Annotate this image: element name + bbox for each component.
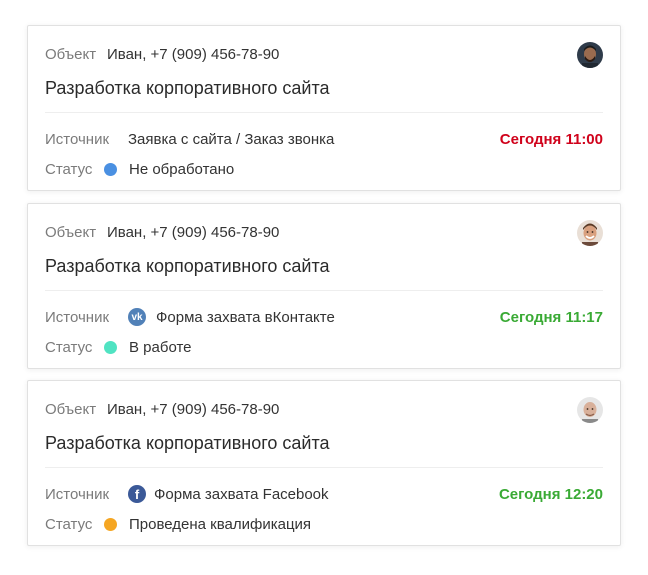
- deal-title-row: Разработка корпоративного сайта: [45, 76, 603, 100]
- source-value: Форма захвата вКонтакте: [156, 308, 335, 326]
- deal-card[interactable]: Объект Иван, +7 (909) 456-78-90 Разработ…: [27, 25, 621, 191]
- status-row: Статус В работе: [45, 337, 603, 357]
- status-dot-icon: [104, 162, 117, 176]
- object-row: Объект Иван, +7 (909) 456-78-90: [45, 44, 603, 64]
- object-label: Объект: [45, 223, 97, 241]
- source-row: Источник vk Форма захвата вКонтакте Сего…: [45, 307, 603, 327]
- status-label: Статус: [45, 160, 93, 178]
- object-label: Объект: [45, 45, 97, 63]
- deal-card-list: Объект Иван, +7 (909) 456-78-90 Разработ…: [0, 0, 648, 575]
- facebook-icon: f: [128, 485, 146, 503]
- source-row: Источник f Форма захвата Facebook Сегодн…: [45, 484, 603, 504]
- status-value[interactable]: Проведена квалификация: [129, 516, 311, 533]
- object-value[interactable]: Иван, +7 (909) 456-78-90: [107, 401, 279, 418]
- deal-time: Сегодня 11:00: [499, 130, 603, 148]
- divider: [45, 112, 603, 113]
- status-row: Статус Проведена квалификация: [45, 514, 603, 534]
- deal-card[interactable]: Объект Иван, +7 (909) 456-78-90 Разработ…: [27, 203, 621, 369]
- source-label: Источник: [45, 308, 110, 326]
- deal-card[interactable]: Объект Иван, +7 (909) 456-78-90 Разработ…: [27, 380, 621, 546]
- object-value[interactable]: Иван, +7 (909) 456-78-90: [107, 46, 279, 63]
- deal-time: Сегодня 11:17: [499, 308, 603, 326]
- source-value: Заявка с сайта / Заказ звонка: [128, 130, 335, 148]
- divider: [45, 290, 603, 291]
- source-label: Источник: [45, 485, 110, 503]
- avatar-image: [577, 220, 603, 246]
- status-value[interactable]: Не обработано: [129, 161, 234, 178]
- avatar-image: [577, 42, 603, 68]
- user-avatar[interactable]: [577, 42, 603, 68]
- user-avatar[interactable]: [577, 220, 603, 246]
- divider: [45, 467, 603, 468]
- object-row: Объект Иван, +7 (909) 456-78-90: [45, 399, 603, 419]
- status-row: Статус Не обработано: [45, 159, 603, 179]
- status-label: Статус: [45, 515, 93, 533]
- deal-title-row: Разработка корпоративного сайта: [45, 254, 603, 278]
- object-value[interactable]: Иван, +7 (909) 456-78-90: [107, 224, 279, 241]
- status-value[interactable]: В работе: [129, 339, 192, 356]
- source-value: Форма захвата Facebook: [154, 485, 329, 503]
- status-dot-icon: [104, 517, 117, 531]
- deal-time: Сегодня 12:20: [498, 485, 603, 503]
- vk-icon: vk: [128, 308, 146, 326]
- deal-title[interactable]: Разработка корпоративного сайта: [45, 78, 330, 99]
- deal-title[interactable]: Разработка корпоративного сайта: [45, 256, 330, 277]
- object-label: Объект: [45, 400, 97, 418]
- deal-title-row: Разработка корпоративного сайта: [45, 431, 603, 455]
- status-dot-icon: [104, 340, 117, 354]
- source-row: Источник Заявка с сайта / Заказ звонка С…: [45, 129, 603, 149]
- user-avatar[interactable]: [577, 397, 603, 423]
- avatar-image: [577, 397, 603, 423]
- deal-title[interactable]: Разработка корпоративного сайта: [45, 433, 330, 454]
- source-label: Источник: [45, 130, 110, 148]
- object-row: Объект Иван, +7 (909) 456-78-90: [45, 222, 603, 242]
- status-label: Статус: [45, 338, 93, 356]
